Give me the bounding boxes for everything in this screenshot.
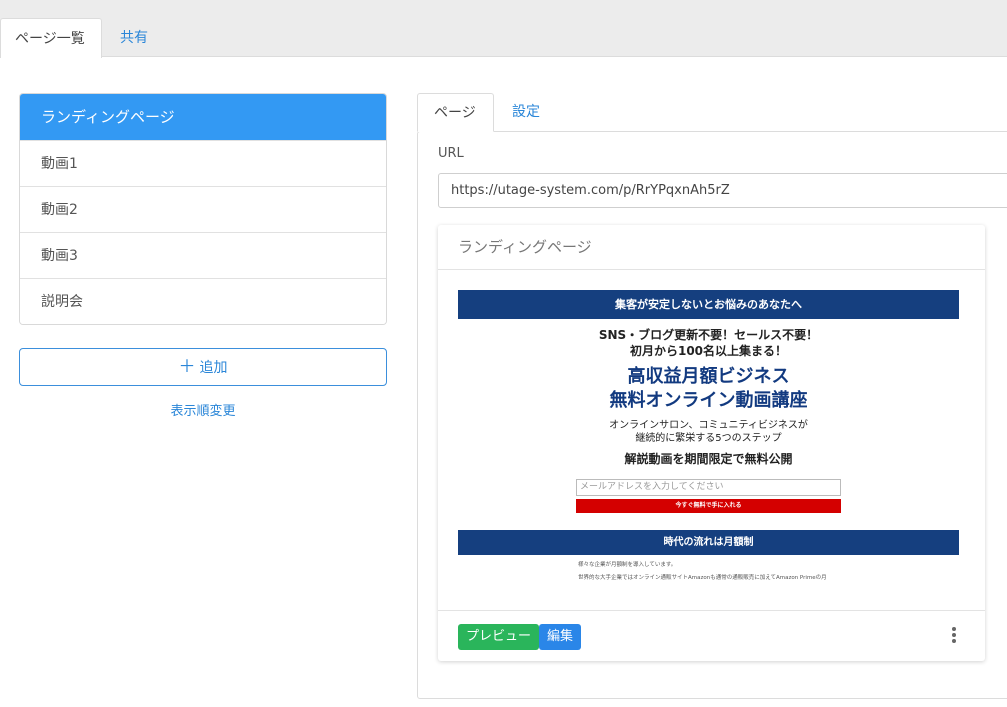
list-item-video-2[interactable]: 動画2	[20, 186, 386, 232]
thumbnail-line-2: 初月から100名以上集まる！	[629, 344, 788, 358]
page-thumbnail[interactable]: 集客が安定しないとお悩みのあなたへ SNS・ブログ更新不要！セールス不要！ 初月…	[458, 290, 959, 590]
card-title: ランディングページ	[438, 225, 985, 270]
reorder-link[interactable]: 表示順変更	[19, 400, 387, 419]
kebab-menu-icon[interactable]	[948, 627, 960, 647]
thumbnail-small-text-2: 世界的な大手企業ではオンライン通販サイトAmazonも通常の通販販売に加えてAm…	[578, 575, 827, 581]
list-item-landing-page[interactable]: ランディングページ	[20, 94, 386, 140]
tab-page-list[interactable]: ページ一覧	[0, 18, 102, 58]
thumbnail-headline-2: 無料オンライン動画講座	[609, 390, 808, 411]
thumbnail-email-field: メールアドレスを入力してください	[576, 479, 841, 496]
thumbnail-line-1: SNS・ブログ更新不要！セールス不要！	[598, 328, 819, 342]
thumbnail-cta-button: 今すぐ無料で手に入れる	[576, 499, 841, 513]
thumbnail-headline-1: 高収益月額ビジネス	[627, 366, 790, 387]
tab-page[interactable]: ページ	[417, 93, 494, 132]
top-tab-bar: ページ一覧 共有	[0, 0, 1007, 58]
add-page-button[interactable]: ＋追加	[19, 348, 387, 386]
thumbnail-small-text-1: 様々な企業が月額制を導入しています。	[578, 562, 677, 568]
plus-icon: ＋	[178, 357, 196, 377]
page-card: ランディングページ 集客が安定しないとお悩みのあなたへ SNS・ブログ更新不要！…	[438, 225, 985, 661]
list-item-video-3[interactable]: 動画3	[20, 232, 386, 278]
thumbnail-cta-text: 解説動画を期間限定で無料公開	[624, 452, 793, 466]
thumbnail-sub-1: オンラインサロン、コミュニティビジネスが	[609, 420, 808, 431]
tab-settings[interactable]: 設定	[496, 93, 556, 132]
list-item-video-1[interactable]: 動画1	[20, 140, 386, 186]
tab-share[interactable]: 共有	[106, 18, 162, 58]
add-button-label: 追加	[199, 360, 228, 376]
thumbnail-banner-top: 集客が安定しないとお悩みのあなたへ	[458, 290, 959, 319]
list-item-briefing[interactable]: 説明会	[20, 278, 386, 324]
thumbnail-banner-bottom: 時代の流れは月額制	[458, 530, 959, 555]
url-label: URL	[438, 146, 464, 161]
thumbnail-sub-2: 継続的に繁栄する5つのステップ	[635, 433, 782, 444]
card-footer: プレビュー 編集	[438, 610, 985, 661]
url-field[interactable]: https://utage-system.com/p/RrYPqxnAh5rZ	[438, 173, 1007, 208]
edit-button[interactable]: 編集	[539, 624, 582, 650]
preview-button[interactable]: プレビュー	[458, 624, 540, 650]
page-list: ランディングページ 動画1 動画2 動画3 説明会	[19, 93, 387, 325]
